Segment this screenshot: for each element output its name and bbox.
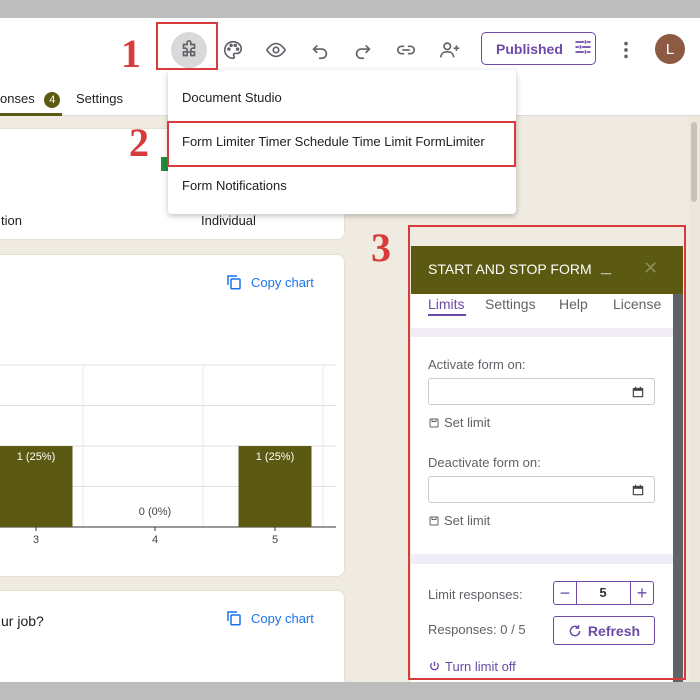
copy-icon	[227, 611, 241, 626]
copy-icon	[227, 275, 241, 290]
annotation-box-1	[156, 22, 218, 70]
tick-label-5: 5	[272, 534, 278, 545]
chart-card: Copy chart 1 (25%) 3 0 (0%) 4 1 (25%) 5	[0, 254, 345, 577]
step-number-1: 1	[121, 31, 141, 76]
step-number-2: 2	[129, 120, 149, 165]
data-label-5: 1 (25%)	[256, 451, 295, 463]
bar-chart: 1 (25%) 3 0 (0%) 4 1 (25%) 5	[0, 364, 336, 545]
redo-icon[interactable]	[345, 32, 381, 68]
copy-chart-button[interactable]: Copy chart	[225, 273, 314, 291]
copy-chart-label: Copy chart	[251, 274, 314, 290]
menu-item-document-studio[interactable]: Document Studio	[182, 90, 282, 105]
question-card: ur job? Copy chart	[0, 590, 345, 682]
tick-label-4: 4	[152, 534, 158, 545]
annotation-box-2	[167, 121, 516, 167]
data-label-4: 0 (0%)	[139, 506, 171, 518]
copy-chart-label: Copy chart	[251, 610, 314, 626]
summary-left-text[interactable]: tion	[1, 213, 22, 228]
summary-individual-tab[interactable]: Individual	[201, 213, 256, 228]
eye-icon[interactable]	[258, 32, 294, 68]
forms-screen: Published L onses 4 Settings tion Indivi…	[0, 18, 700, 682]
tune-icon	[573, 37, 593, 60]
annotation-box-3	[408, 225, 686, 680]
published-button[interactable]: Published	[481, 32, 596, 65]
tab-responses[interactable]: onses 4	[0, 91, 61, 108]
responses-count-badge: 4	[44, 92, 61, 108]
page-scrollbar[interactable]	[689, 116, 700, 682]
palette-icon[interactable]	[215, 32, 251, 68]
more-vert-icon[interactable]	[608, 32, 644, 68]
question-text: ur job?	[1, 613, 44, 629]
copy-chart-button-2[interactable]: Copy chart	[225, 609, 314, 627]
published-label: Published	[496, 40, 563, 57]
link-icon[interactable]	[388, 32, 424, 68]
menu-item-form-notifications[interactable]: Form Notifications	[182, 178, 287, 193]
active-tab-indicator	[0, 113, 62, 116]
page-scrollbar-thumb[interactable]	[691, 122, 697, 202]
data-label-3: 1 (25%)	[17, 451, 56, 463]
step-number-3: 3	[371, 225, 391, 270]
add-person-icon[interactable]	[432, 32, 468, 68]
avatar[interactable]: L	[655, 34, 685, 64]
tick-label-3: 3	[33, 534, 39, 545]
tab-settings[interactable]: Settings	[76, 91, 123, 106]
tab-responses-label: onses	[0, 91, 35, 106]
undo-icon[interactable]	[302, 32, 338, 68]
